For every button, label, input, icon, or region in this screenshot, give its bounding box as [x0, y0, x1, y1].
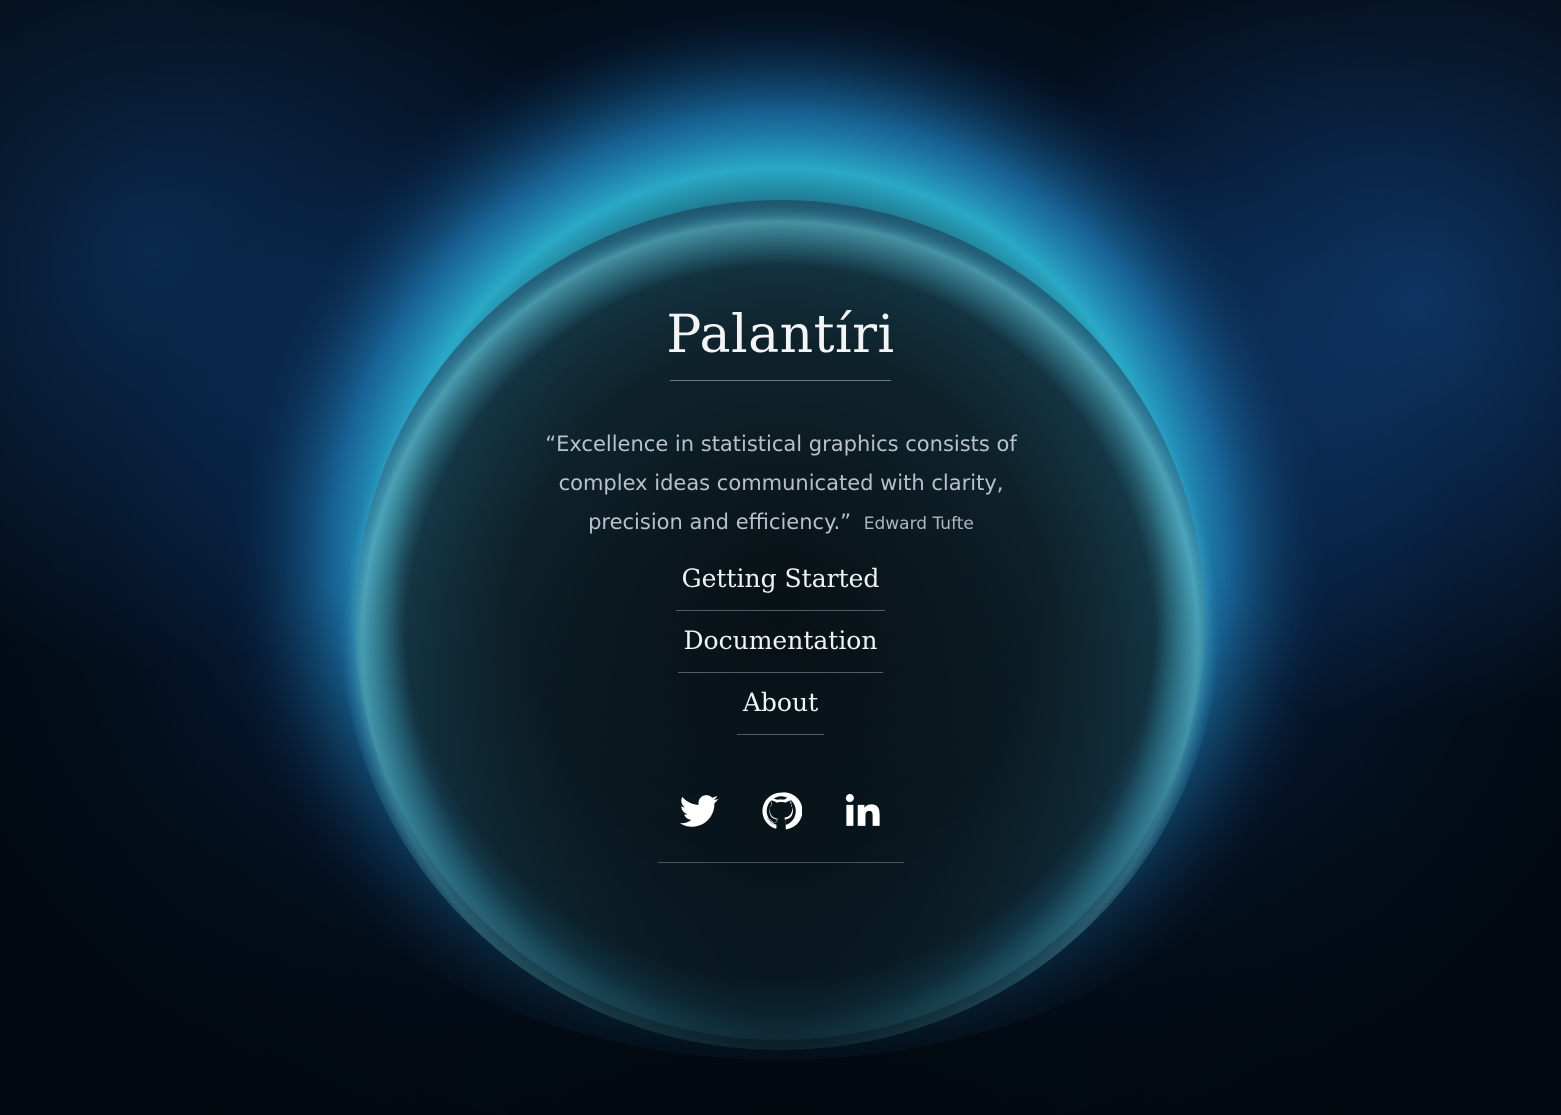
- landing-page: Palantíri “Excellence in statistical gra…: [0, 0, 1561, 1115]
- nav-link-about[interactable]: About: [0, 680, 1561, 742]
- site-title: Palantíri: [666, 305, 895, 365]
- nav-link-getting-started[interactable]: Getting Started: [0, 556, 1561, 618]
- hero-quote: “Excellence in statistical graphics cons…: [540, 425, 1022, 544]
- social-links: [0, 790, 1561, 863]
- nav-link-label: Documentation: [677, 618, 884, 673]
- quote-author: Edward Tufte: [863, 514, 974, 534]
- linkedin-icon[interactable]: [842, 790, 884, 832]
- social-links-row: [657, 790, 904, 863]
- twitter-icon[interactable]: [678, 790, 720, 832]
- nav-link-label: Getting Started: [675, 556, 886, 611]
- github-icon[interactable]: [760, 790, 802, 832]
- hero-content: Palantíri “Excellence in statistical gra…: [0, 0, 1561, 1115]
- nav-link-documentation[interactable]: Documentation: [0, 618, 1561, 680]
- nav-link-label: About: [736, 680, 825, 735]
- main-navigation: Getting Started Documentation About: [0, 556, 1561, 742]
- title-divider: [670, 380, 891, 381]
